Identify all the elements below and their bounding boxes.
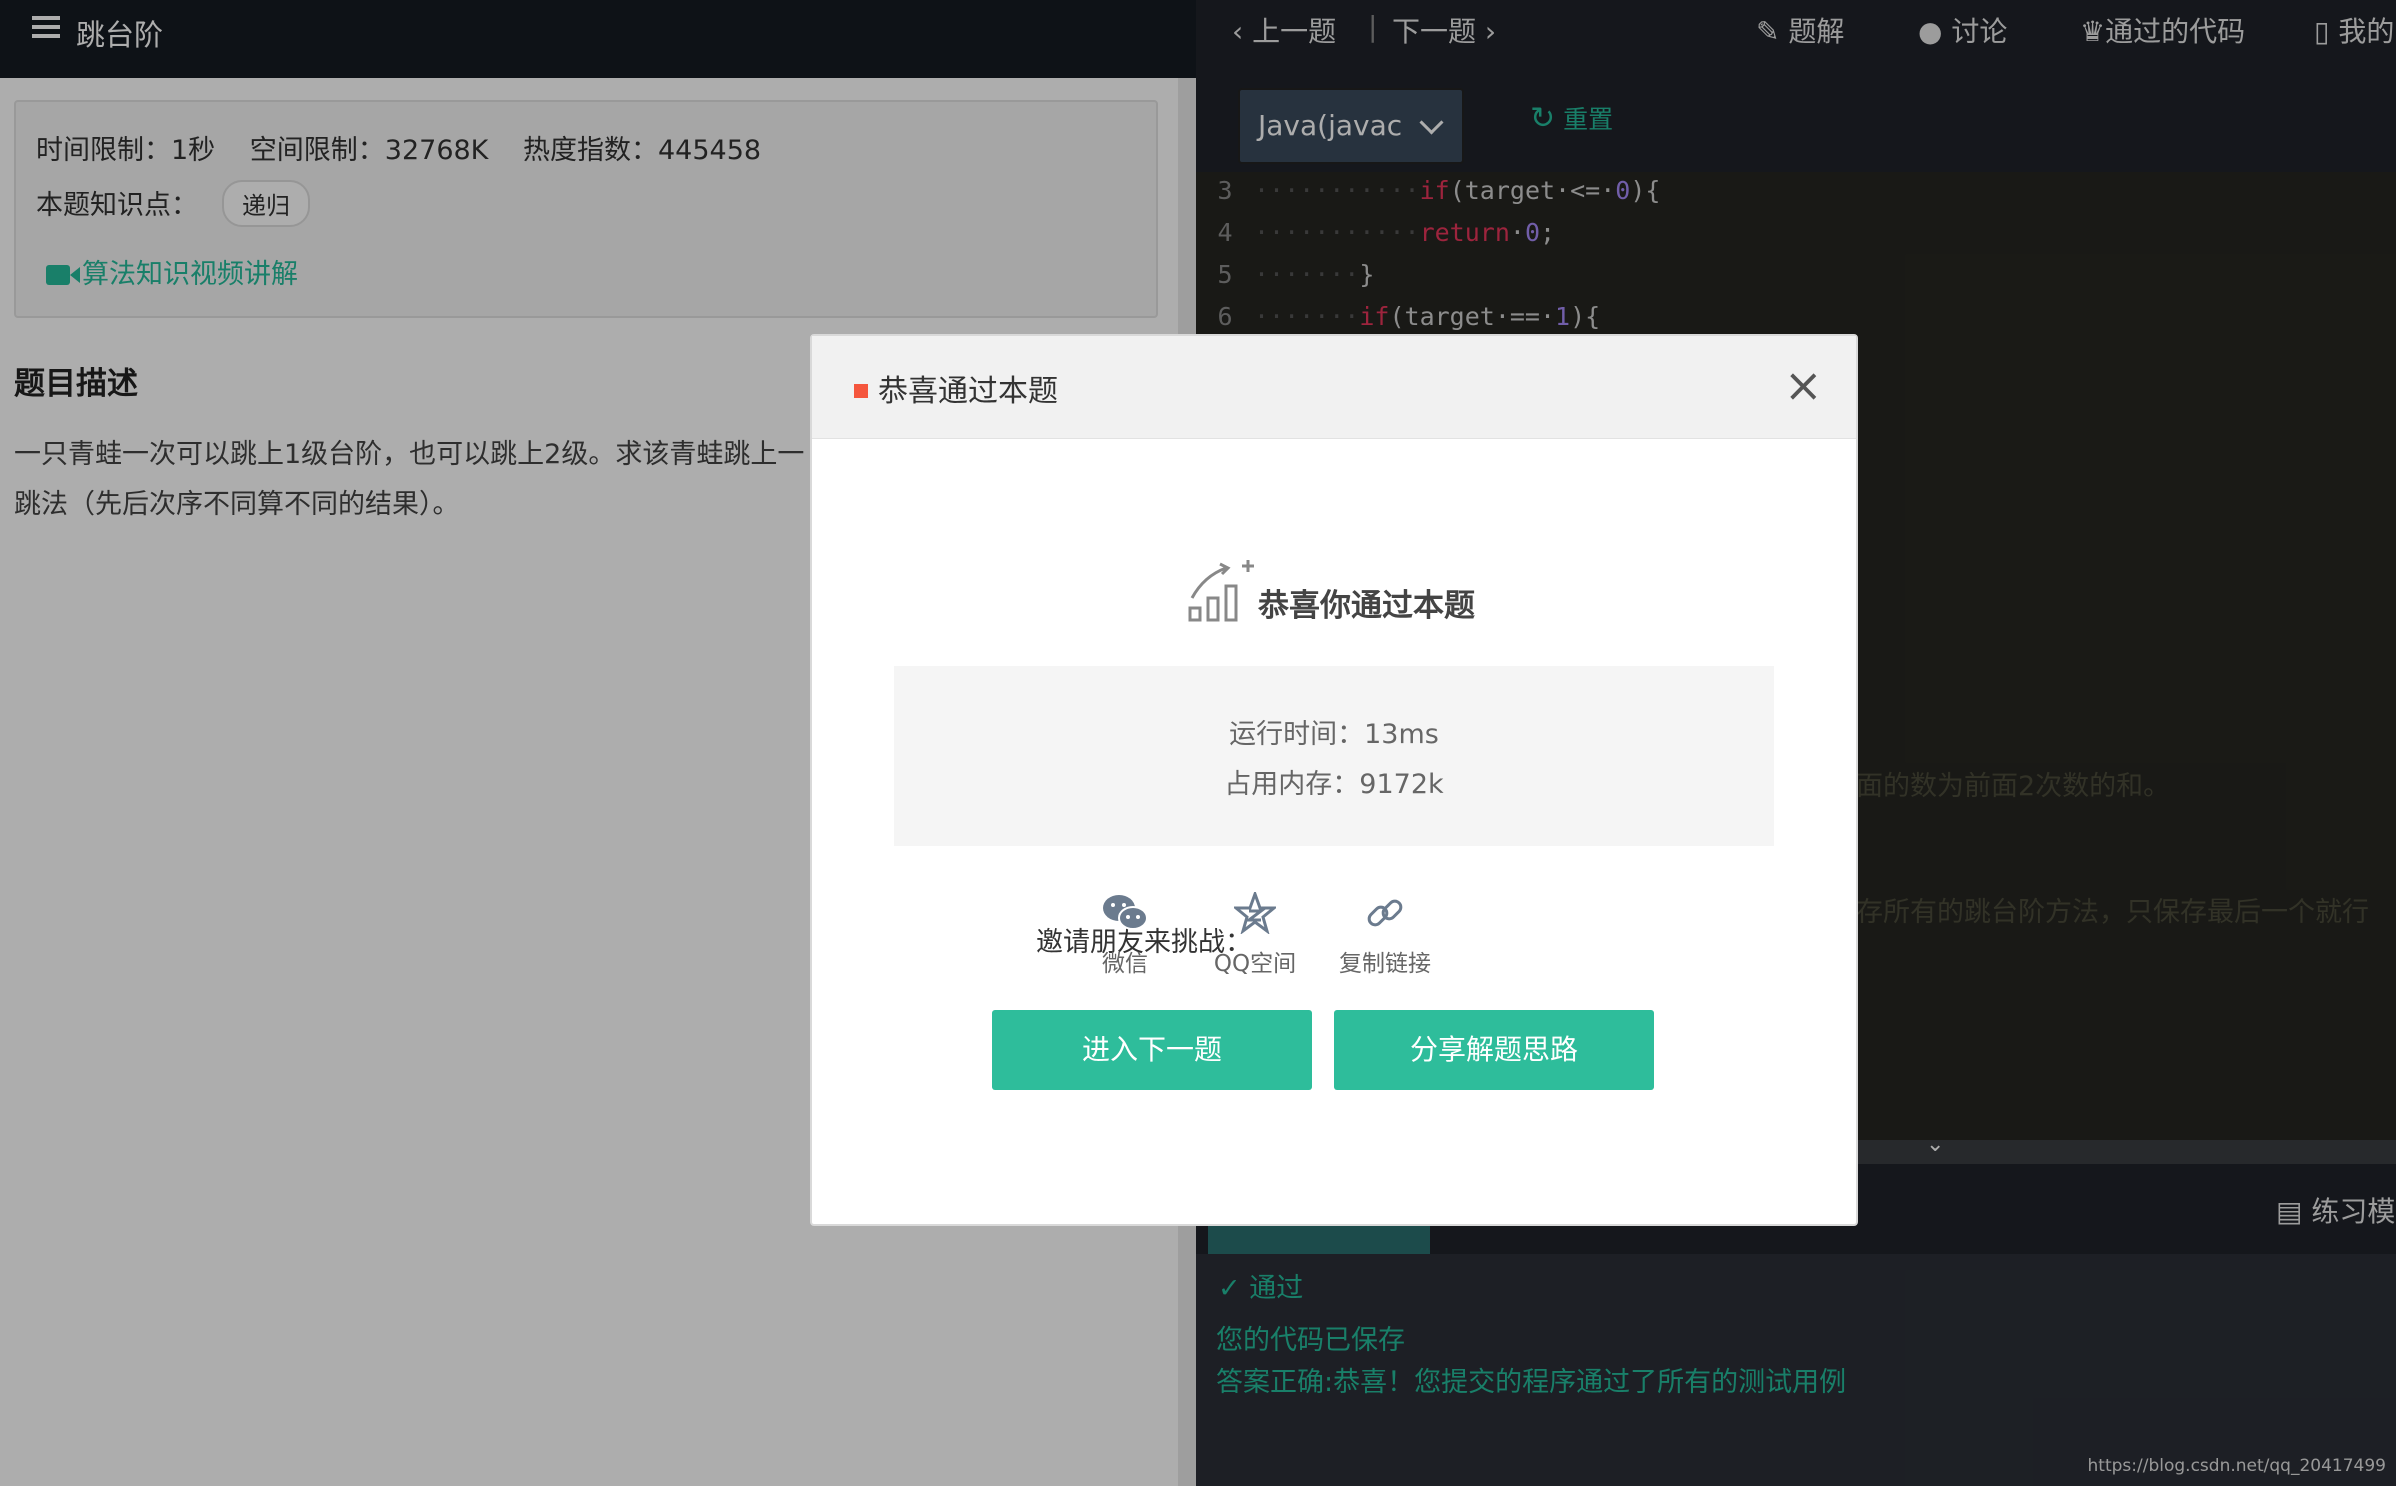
runtime-stat: 运行时间：13ms xyxy=(1229,719,1439,750)
share-wechat-button[interactable]: 微信 xyxy=(1070,892,1180,978)
success-title: 恭喜你通过本题 xyxy=(1258,588,1475,624)
link-icon xyxy=(1367,899,1403,927)
wechat-icon xyxy=(1103,895,1148,930)
share-qzone-label: QQ空间 xyxy=(1213,951,1297,977)
next-problem-button[interactable]: 进入下一题 xyxy=(992,1010,1312,1090)
modal-header: 恭喜通过本题 × xyxy=(812,336,1856,439)
share-wechat-label: 微信 xyxy=(1102,951,1148,977)
copy-link-button[interactable]: 复制链接 xyxy=(1330,892,1440,978)
growth-chart-icon xyxy=(1188,560,1254,622)
success-modal: 恭喜通过本题 × 恭喜你通过本题 运行时间：13ms 占用内存：9172k 邀请… xyxy=(810,334,1858,1226)
qzone-star-icon xyxy=(1234,892,1276,934)
modal-title: 恭喜通过本题 xyxy=(854,366,1058,410)
modal-title-text: 恭喜通过本题 xyxy=(878,374,1058,409)
memory-stat: 占用内存：9172k xyxy=(1224,769,1444,800)
stats-box: 运行时间：13ms 占用内存：9172k xyxy=(894,666,1774,846)
share-solution-button[interactable]: 分享解题思路 xyxy=(1334,1010,1654,1090)
share-qzone-button[interactable]: QQ空间 xyxy=(1200,892,1310,978)
title-square-icon xyxy=(854,384,868,398)
copy-link-label: 复制链接 xyxy=(1339,951,1431,977)
close-icon[interactable]: × xyxy=(1784,358,1823,412)
